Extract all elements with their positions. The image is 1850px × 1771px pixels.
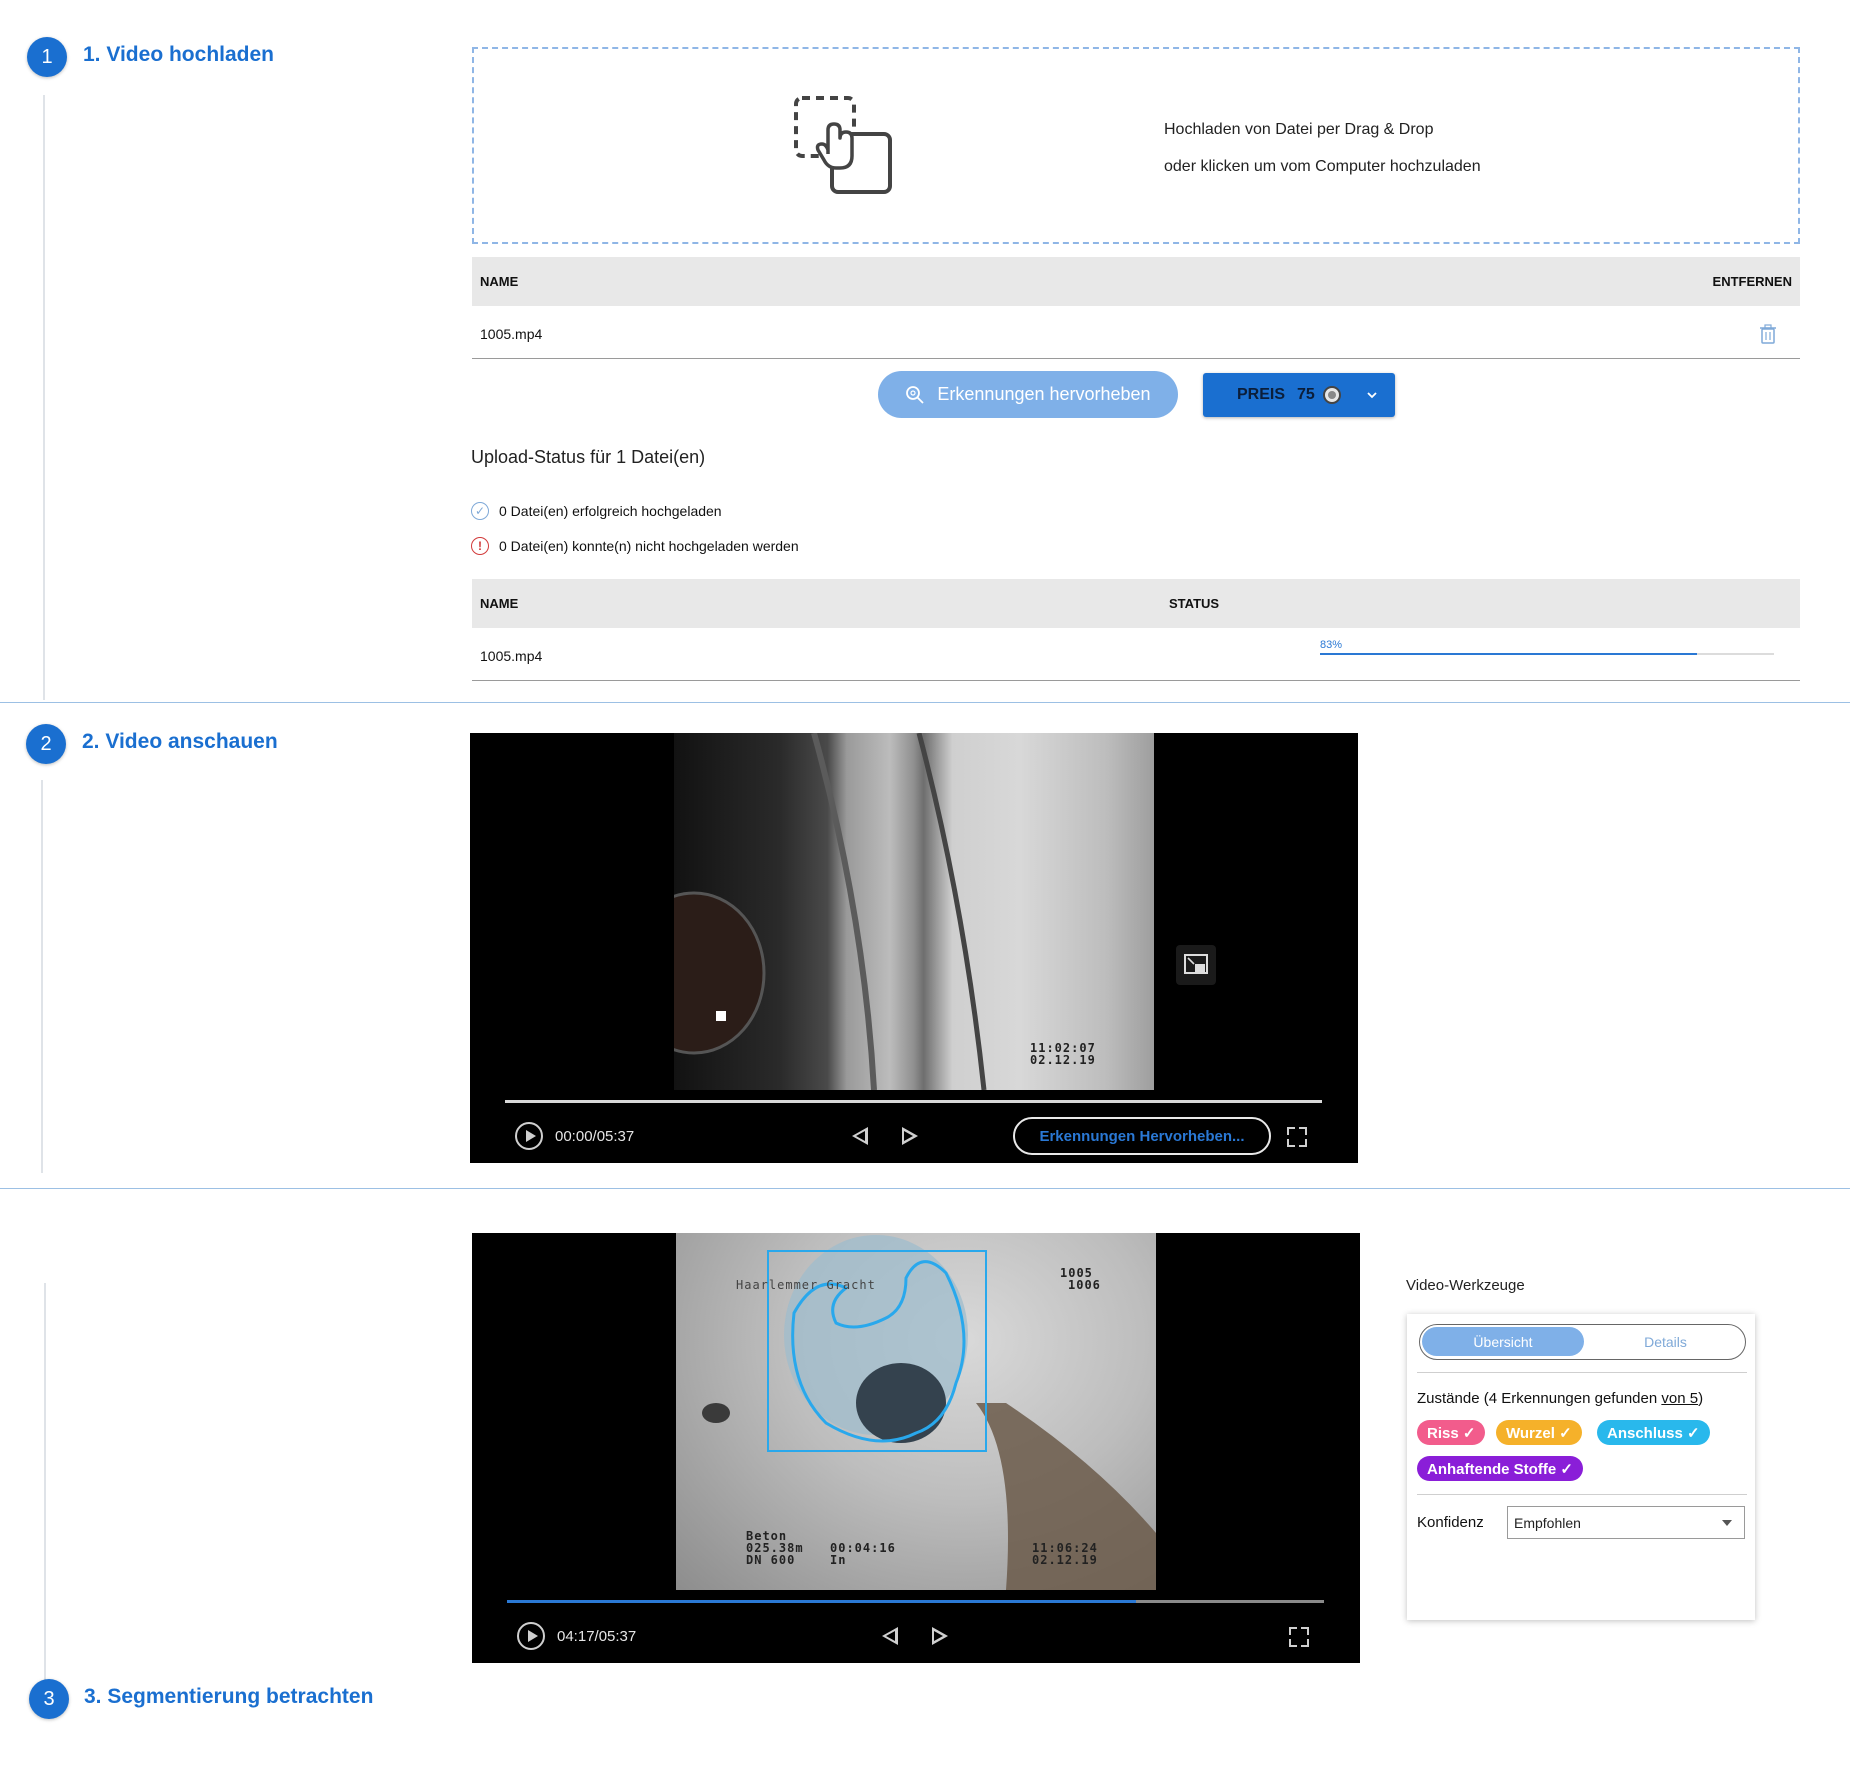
upload-success-text: 0 Datei(en) erfolgreich hochgeladen bbox=[499, 503, 722, 519]
step-connector-2 bbox=[41, 780, 43, 1173]
price-value: 75 bbox=[1297, 386, 1315, 403]
files-col-name: NAME bbox=[480, 274, 519, 289]
pipe-interior-graphic bbox=[674, 733, 987, 1090]
conditions-link[interactable]: von 5 bbox=[1661, 1390, 1698, 1407]
upload-dropzone[interactable]: Hochladen von Datei per Drag & Drop oder… bbox=[472, 47, 1800, 244]
video2-overlay-street: Haarlemmer Gracht bbox=[736, 1278, 876, 1292]
tag-anhaftende-stoffe[interactable]: Anhaftende Stoffe ✓ bbox=[1417, 1456, 1583, 1481]
price-label: PREIS bbox=[1237, 386, 1286, 403]
video2-time: 04:17/05:37 bbox=[557, 1628, 637, 1645]
play-icon[interactable] bbox=[515, 1122, 543, 1150]
files-col-remove: ENTFERNEN bbox=[1712, 274, 1792, 289]
video1-overlay-date: 02.12.19 bbox=[1030, 1053, 1096, 1067]
video1-highlight-button[interactable]: Erkennungen Hervorheben... bbox=[1013, 1117, 1271, 1155]
upload-progress-fill bbox=[1320, 653, 1697, 655]
play-icon[interactable] bbox=[517, 1622, 545, 1650]
video2-overlay-dir: In bbox=[830, 1553, 847, 1567]
dropzone-instruction-2: oder klicken um vom Computer hochzuladen bbox=[1164, 158, 1481, 175]
upload-failure-line: ! 0 Datei(en) konnte(n) nicht hochgelade… bbox=[471, 537, 799, 555]
fullscreen-icon[interactable] bbox=[1289, 1627, 1309, 1647]
status-row-divider bbox=[472, 680, 1800, 681]
picture-in-picture-icon bbox=[1184, 954, 1208, 974]
upload-progress-label: 83% bbox=[1320, 639, 1343, 651]
step-1-badge: 1 bbox=[27, 37, 67, 77]
check-circle-icon: ✓ bbox=[471, 502, 489, 520]
video-tools-title: Video-Werkzeuge bbox=[1406, 1277, 1525, 1294]
section-divider-2 bbox=[0, 1188, 1850, 1189]
files-table-header: NAME ENTFERNEN bbox=[472, 257, 1800, 306]
step-connector-1 bbox=[43, 95, 45, 700]
picture-in-picture-button[interactable] bbox=[1176, 945, 1216, 985]
trash-icon[interactable] bbox=[1760, 324, 1776, 344]
status-col-name: NAME bbox=[480, 596, 519, 611]
search-icon bbox=[906, 385, 925, 404]
video-frame-1: 11:02:07 02.12.19 bbox=[674, 733, 1154, 1090]
upload-progress-bar bbox=[1320, 653, 1774, 655]
file-name: 1005.mp4 bbox=[480, 326, 543, 342]
video-player-1[interactable]: 11:02:07 02.12.19 00:00/05:37 Erkennunge… bbox=[470, 733, 1358, 1163]
conditions-suffix: ) bbox=[1698, 1390, 1704, 1407]
tag-riss[interactable]: Riss ✓ bbox=[1417, 1420, 1486, 1445]
step-connector-3 bbox=[44, 1283, 46, 1683]
step-2-title: 2. Video anschauen bbox=[82, 730, 278, 753]
conditions-prefix: Zustände (4 Erkennungen gefunden bbox=[1417, 1390, 1662, 1407]
step-3-title: 3. Segmentierung betrachten bbox=[84, 1685, 374, 1708]
price-dropdown-button[interactable]: PREIS 75 bbox=[1203, 373, 1395, 417]
next-frame-icon-inner bbox=[904, 1131, 913, 1141]
dropdown-arrow-icon bbox=[1722, 1520, 1732, 1526]
panel-divider-1 bbox=[1417, 1372, 1747, 1373]
video-tools-panel: Übersicht Details Zustände (4 Erkennunge… bbox=[1407, 1314, 1755, 1620]
drag-drop-icon bbox=[794, 96, 892, 194]
status-table-header: NAME STATUS bbox=[472, 579, 1800, 628]
tab-details[interactable]: Details bbox=[1588, 1327, 1743, 1356]
view-toggle: Übersicht Details bbox=[1419, 1324, 1746, 1360]
step-2-badge: 2 bbox=[26, 724, 66, 764]
panel-divider-2 bbox=[1417, 1494, 1747, 1495]
confidence-select[interactable]: Empfohlen bbox=[1507, 1506, 1745, 1539]
upload-success-line: ✓ 0 Datei(en) erfolgreich hochgeladen bbox=[471, 502, 722, 520]
status-file-name: 1005.mp4 bbox=[480, 648, 543, 664]
video2-overlay-id2: 1006 bbox=[1068, 1278, 1101, 1292]
step-3-badge: 3 bbox=[29, 1679, 69, 1719]
confidence-label: Konfidenz bbox=[1417, 1514, 1484, 1531]
previous-frame-icon-inner bbox=[856, 1131, 865, 1141]
video-frame-2: Haarlemmer Gracht 1005 1006 Beton 025.38… bbox=[676, 1233, 1156, 1590]
status-col-status: STATUS bbox=[1169, 596, 1220, 611]
video2-overlay-dn: DN 600 bbox=[746, 1553, 796, 1567]
conditions-heading: Zustände (4 Erkennungen gefunden von 5) bbox=[1417, 1390, 1703, 1407]
dropzone-instruction-1: Hochladen von Datei per Drag & Drop bbox=[1164, 121, 1434, 138]
highlight-detections-button[interactable]: Erkennungen hervorheben bbox=[878, 371, 1178, 418]
video1-time: 00:00/05:37 bbox=[555, 1128, 635, 1145]
next-frame-icon-inner bbox=[934, 1631, 943, 1641]
chevron-down-icon bbox=[1367, 392, 1377, 399]
confidence-value: Empfohlen bbox=[1514, 1514, 1581, 1531]
files-row-divider bbox=[472, 358, 1800, 359]
fullscreen-icon[interactable] bbox=[1287, 1127, 1307, 1147]
video2-overlay-date: 02.12.19 bbox=[1032, 1553, 1098, 1567]
alert-circle-icon: ! bbox=[471, 537, 489, 555]
previous-frame-icon-inner bbox=[886, 1631, 895, 1641]
coin-icon bbox=[1322, 386, 1341, 404]
video2-timeline-fill bbox=[507, 1600, 1137, 1603]
tab-overview[interactable]: Übersicht bbox=[1422, 1327, 1584, 1356]
video2-timeline[interactable] bbox=[507, 1600, 1324, 1603]
upload-status-title: Upload-Status für 1 Datei(en) bbox=[471, 447, 706, 467]
tag-anschluss[interactable]: Anschluss ✓ bbox=[1597, 1420, 1710, 1445]
step-1-title: 1. Video hochladen bbox=[83, 43, 274, 66]
video-player-2[interactable]: Haarlemmer Gracht 1005 1006 Beton 025.38… bbox=[472, 1233, 1360, 1663]
upload-failure-text: 0 Datei(en) konnte(n) nicht hochgeladen … bbox=[499, 538, 799, 554]
section-divider-1 bbox=[0, 702, 1850, 703]
tag-wurzel[interactable]: Wurzel ✓ bbox=[1496, 1420, 1582, 1445]
video1-timeline[interactable] bbox=[505, 1100, 1322, 1103]
highlight-detections-label: Erkennungen hervorheben bbox=[937, 384, 1151, 404]
